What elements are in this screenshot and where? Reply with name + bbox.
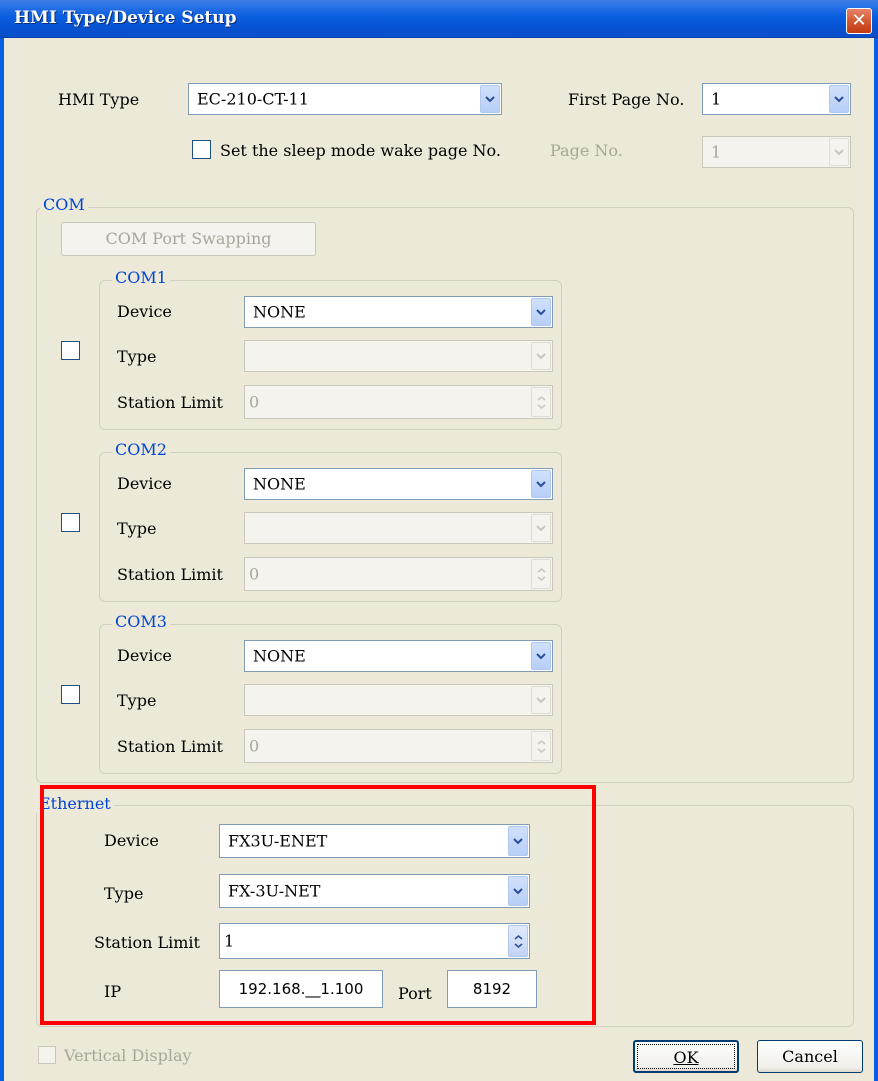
sleep-mode-label: Set the sleep mode wake page No. [220, 141, 501, 160]
com2-type-select[interactable] [244, 512, 553, 544]
chevron-down-icon [829, 138, 849, 166]
com2-device-value: NONE [253, 474, 306, 494]
hmi-type-value: EC-210-CT-11 [197, 89, 309, 109]
ok-button-label: OK [673, 1048, 699, 1067]
com1-type-label: Type [117, 347, 157, 366]
first-page-select[interactable]: 1 [702, 83, 851, 115]
com2-checkbox[interactable] [61, 513, 80, 532]
com3-type-select[interactable] [244, 684, 553, 716]
com1-station-limit-spinner[interactable]: 0 [244, 385, 553, 419]
window-border-left [0, 38, 4, 1081]
com1-station-limit-value: 0 [249, 392, 260, 412]
page-no-value: 1 [711, 142, 722, 162]
page-no-label: Page No. [550, 141, 623, 160]
com-port-swapping-button[interactable]: COM Port Swapping [61, 222, 316, 256]
sleep-mode-checkbox[interactable] [192, 140, 211, 159]
page-no-select[interactable]: 1 [702, 136, 851, 168]
spin-arrows-icon [531, 731, 551, 761]
chevron-down-icon [531, 686, 551, 714]
chevron-down-icon [531, 342, 551, 370]
cancel-button-label: Cancel [782, 1047, 838, 1066]
title-bar: HMI Type/Device Setup ✕ [0, 0, 878, 38]
com3-device-select[interactable]: NONE [244, 640, 553, 672]
com1-device-value: NONE [253, 302, 306, 322]
com3-type-label: Type [117, 691, 157, 710]
cancel-button[interactable]: Cancel [757, 1040, 863, 1073]
close-icon: ✕ [851, 10, 867, 31]
com1-checkbox[interactable] [61, 341, 80, 360]
window-title: HMI Type/Device Setup [14, 8, 237, 28]
vertical-display-checkbox[interactable] [38, 1046, 56, 1064]
com3-device-value: NONE [253, 646, 306, 666]
com3-checkbox[interactable] [61, 685, 80, 704]
com2-type-label: Type [117, 519, 157, 538]
ok-button[interactable]: OK [633, 1040, 739, 1073]
window-border-right [874, 38, 878, 1081]
com2-legend: COM2 [112, 440, 170, 459]
first-page-label: First Page No. [568, 90, 685, 109]
spin-arrows-icon [531, 387, 551, 417]
close-button[interactable]: ✕ [846, 8, 872, 34]
com1-device-label: Device [117, 302, 172, 321]
chevron-down-icon[interactable] [531, 298, 551, 326]
com2-device-select[interactable]: NONE [244, 468, 553, 500]
com2-station-limit-value: 0 [249, 564, 260, 584]
hmi-type-label: HMI Type [58, 90, 140, 109]
ethernet-highlight-box [40, 785, 596, 1025]
vertical-display-label: Vertical Display [64, 1046, 192, 1065]
chevron-down-icon[interactable] [531, 642, 551, 670]
com2-station-limit-spinner[interactable]: 0 [244, 557, 553, 591]
com1-device-select[interactable]: NONE [244, 296, 553, 328]
com3-station-limit-spinner[interactable]: 0 [244, 729, 553, 763]
hmi-type-select[interactable]: EC-210-CT-11 [188, 83, 502, 115]
com1-station-limit-label: Station Limit [117, 393, 223, 412]
first-page-value: 1 [711, 89, 722, 109]
com3-device-label: Device [117, 646, 172, 665]
spin-arrows-icon [531, 559, 551, 589]
com2-device-label: Device [117, 474, 172, 493]
chevron-down-icon[interactable] [829, 85, 849, 113]
com2-station-limit-label: Station Limit [117, 565, 223, 584]
chevron-down-icon[interactable] [480, 85, 500, 113]
chevron-down-icon[interactable] [531, 470, 551, 498]
chevron-down-icon [531, 514, 551, 542]
com1-type-select[interactable] [244, 340, 553, 372]
com3-station-limit-label: Station Limit [117, 737, 223, 756]
com3-legend: COM3 [112, 612, 170, 631]
com1-legend: COM1 [112, 268, 170, 287]
com-legend: COM [40, 195, 88, 214]
com3-station-limit-value: 0 [249, 736, 260, 756]
